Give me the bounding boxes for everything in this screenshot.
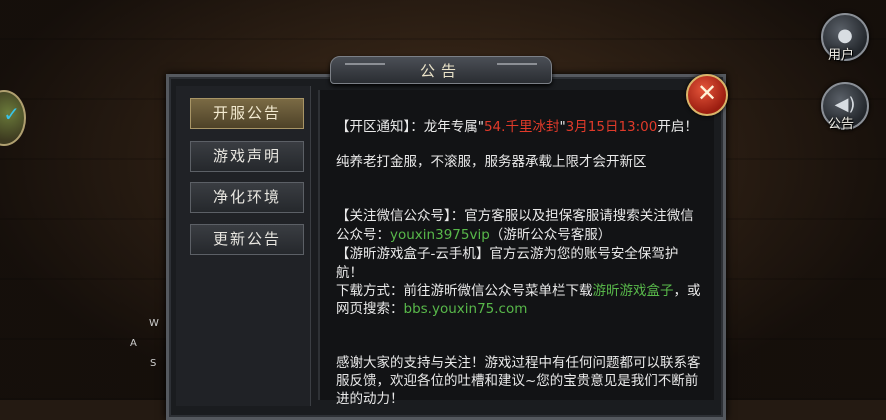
tab-server-open[interactable]: 开服公告 [190,98,304,129]
tab-clean-environment[interactable]: 净化环境 [190,182,304,213]
notice-line-2: 纯养老打金服，不滚服，服务器承载上限才会开新区 [336,154,647,170]
speaker-icon: ◀) [834,93,856,115]
notice-line-10: 服反馈，欢迎各位的吐槽和建议~您的宝贵意见是我们不断前 [336,373,699,389]
server-name-highlight: 54.千里冰封 [483,119,560,135]
notice-line-1: 【开区通知】：龙年专属"54.千里冰封"3月15日13:00开启！ [336,119,698,135]
tab-update-notice[interactable]: 更新公告 [190,224,304,255]
notice-line-3: 【关注微信公众号】：官方客服以及担保客服请搜索关注微信 [336,208,694,224]
user-label: 用户 [828,48,855,63]
close-x-icon: ✕ [696,79,718,107]
notice-line-6: 航！ [336,265,363,281]
notice-line-8: 网页搜索：bbs.youxin75.com [336,301,528,317]
checkmark-icon: ✓ [3,102,20,126]
user-icon: ● [837,24,853,46]
key-s: S [150,358,157,369]
title-ornament-right [497,63,537,75]
notice-line-7: 下载方式：前往游昕微信公众号菜单栏下载游昕游戏盒子，或 [336,283,701,299]
open-date-highlight: 3月15日13:00 [565,119,658,135]
notice-label: 公告 [828,117,855,132]
notice-line-4: 公众号：youxin3975vip（游昕公众号客服） [336,227,612,243]
tab-game-statement[interactable]: 游戏声明 [190,141,304,172]
dialog-title-plate: 公告 [330,56,552,84]
notice-line-11: 进的动力！ [336,391,404,407]
key-w: W [149,318,159,329]
forum-url-link[interactable]: bbs.youxin75.com [404,301,528,317]
notice-line-5: 【游昕游戏盒子-云手机】官方云游为您的账号安全保驾护 [336,246,679,262]
close-button[interactable]: ✕ [686,74,728,116]
game-box-link[interactable]: 游昕游戏盒子 [593,283,674,299]
notice-line-9: 感谢大家的支持与关注！游戏过程中有任何问题都可以联系客 [336,355,701,371]
key-a: A [130,338,137,349]
wechat-id: youxin3975vip [390,227,490,243]
